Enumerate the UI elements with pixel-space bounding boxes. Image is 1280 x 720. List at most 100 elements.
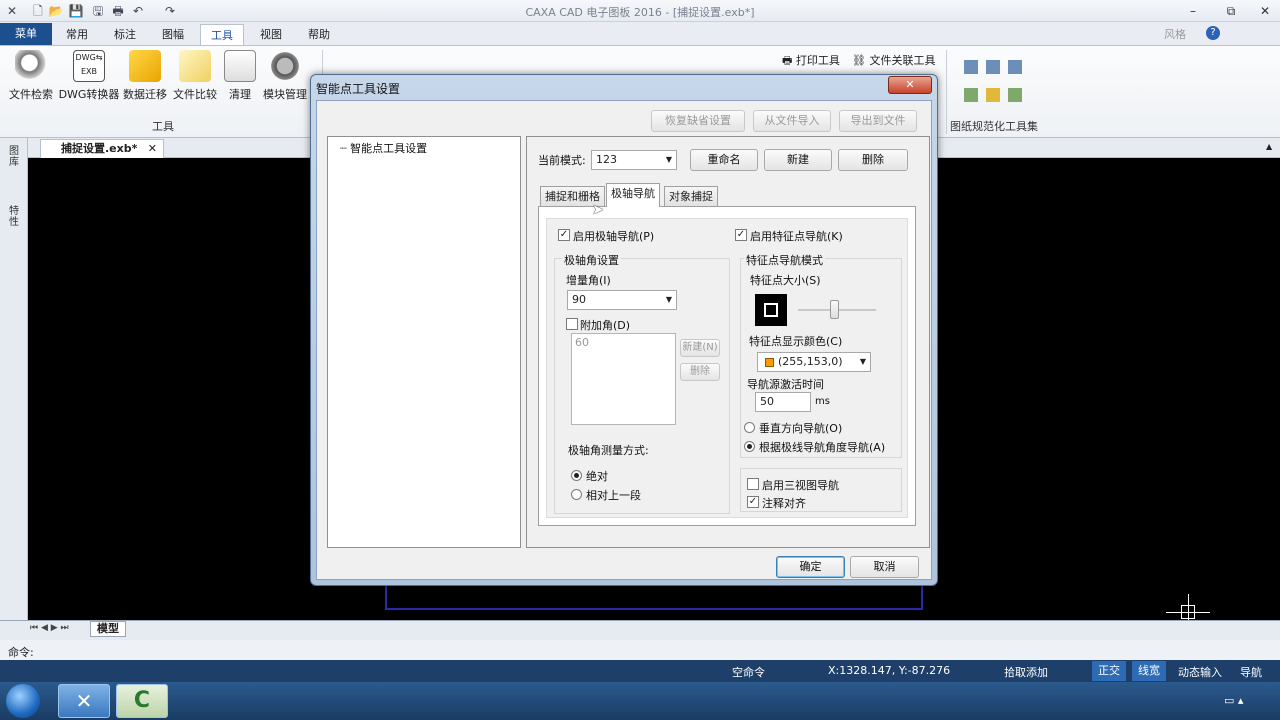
tab-view[interactable]: 视图 xyxy=(250,24,292,45)
polar-angle-group-title: 极轴角设置 xyxy=(562,252,621,268)
tab-polar-navigation[interactable]: 极轴导航 xyxy=(606,183,660,207)
tab-object-snap[interactable]: 对象捕捉 xyxy=(664,186,718,206)
color-swatch xyxy=(765,357,774,367)
print-tool-button[interactable]: 🖶 打印工具 xyxy=(782,52,840,71)
feature-size-label: 特征点大小(S) xyxy=(750,274,821,287)
chevron-down-icon: ▼ xyxy=(665,155,672,164)
tree-item[interactable]: ┈ 智能点工具设置 xyxy=(340,140,427,156)
delete-mode-button[interactable]: 删除 xyxy=(838,149,908,171)
module-manager-button[interactable]: 模块管理 xyxy=(258,50,312,102)
printer-icon: 🖶 xyxy=(782,54,793,67)
tool-icon[interactable] xyxy=(986,60,1000,74)
close-tab-icon[interactable]: ✕ xyxy=(148,140,157,158)
enable-feature-checkbox[interactable]: ✓ xyxy=(735,229,747,241)
activate-time-unit: ms xyxy=(815,396,830,407)
feature-color-label: 特征点显示颜色(C) xyxy=(749,335,843,348)
ortho-toggle[interactable]: 正交 xyxy=(1092,661,1126,681)
restore-button[interactable]: ⧉ xyxy=(1220,2,1242,20)
chevron-up-icon[interactable]: ▲ xyxy=(1266,142,1272,151)
import-file-button[interactable]: 从文件导入 xyxy=(753,110,831,132)
export-file-button[interactable]: 导出到文件 xyxy=(839,110,917,132)
absolute-radio[interactable] xyxy=(571,470,582,481)
linewidth-toggle[interactable]: 线宽 xyxy=(1132,661,1166,681)
file-link-tool-button[interactable]: ⛓ 文件关联工具 xyxy=(852,52,935,68)
tab-help[interactable]: 帮助 xyxy=(298,24,340,45)
broom-icon xyxy=(224,50,256,82)
window-title: CAXA CAD 电子图板 2016 - [捕捉设置.exb*] xyxy=(525,6,755,19)
close-window-button[interactable]: ✕ xyxy=(1254,2,1276,20)
cancel-button[interactable]: 取消 xyxy=(850,556,919,578)
rename-button[interactable]: 重命名 xyxy=(690,149,758,171)
tab-sheet[interactable]: 图幅 xyxy=(152,24,194,45)
remove-angle-button[interactable]: 删除 xyxy=(680,363,720,381)
mouse-cursor-icon: ➤ xyxy=(592,202,604,218)
os-taskbar xyxy=(0,682,1280,720)
layout-nav-arrows[interactable]: ⏮ ◀ ▶ ⏭ xyxy=(30,623,69,633)
chevron-down-icon: ▼ xyxy=(665,295,672,304)
document-tab[interactable]: 捕捉设置.exb* ✕ xyxy=(40,139,164,158)
tab-common[interactable]: 常用 xyxy=(56,24,98,45)
style-label[interactable]: 风格 xyxy=(1164,26,1186,42)
dialog-close-button[interactable]: ✕ xyxy=(888,76,932,94)
current-mode-label: 当前模式: xyxy=(538,154,586,167)
drawing-frame xyxy=(385,586,923,610)
help-icon[interactable]: ? xyxy=(1206,26,1220,40)
start-button[interactable] xyxy=(6,684,40,718)
dwg-icon: DWG⇆ EXB xyxy=(73,50,105,82)
polar-angle-nav-radio[interactable] xyxy=(744,441,755,452)
tools-group-label: 工具 xyxy=(152,120,174,133)
purge-button[interactable]: 清理 xyxy=(222,50,258,102)
navigation-toggle[interactable]: 导航 xyxy=(1240,664,1262,680)
tab-annotate[interactable]: 标注 xyxy=(104,24,146,45)
status-bar xyxy=(0,660,1280,682)
tab-tools[interactable]: 工具 xyxy=(200,24,244,45)
ok-button[interactable]: 确定 xyxy=(776,556,845,578)
file-search-button[interactable]: 文件检索 xyxy=(6,50,56,102)
enable-polar-label: 启用极轴导航(P) xyxy=(573,230,655,243)
tool-icon[interactable] xyxy=(964,60,978,74)
tool-icon[interactable] xyxy=(986,88,1000,102)
increment-angle-label: 增量角(I) xyxy=(566,274,611,287)
activate-time-input[interactable]: 50 xyxy=(755,392,811,412)
file-compare-button[interactable]: 文件比较 xyxy=(170,50,220,102)
taskbar-app-icon[interactable]: C xyxy=(116,684,168,718)
enable-feature-label: 启用特征点导航(K) xyxy=(750,230,843,243)
tool-icon[interactable] xyxy=(1008,88,1022,102)
feature-color-select[interactable]: (255,153,0) ▼ xyxy=(757,352,871,372)
model-tab[interactable]: 模型 xyxy=(90,621,126,637)
annotation-align-checkbox[interactable]: ✓ xyxy=(747,496,759,508)
data-migration-button[interactable]: 数据迁移 xyxy=(120,50,170,102)
restore-default-button[interactable]: 恢复缺省设置 xyxy=(651,110,745,132)
migration-icon xyxy=(129,50,161,82)
dwg-converter-button[interactable]: DWG⇆ EXB DWG转换器 xyxy=(58,50,120,102)
taskbar-caxa-icon[interactable]: ✕ xyxy=(58,684,110,718)
vertical-nav-radio[interactable] xyxy=(744,422,755,433)
properties-panel-tab[interactable]: 特性 xyxy=(6,206,22,228)
additional-angle-item[interactable]: 60 xyxy=(575,336,589,349)
layout-tab-bar xyxy=(0,620,1280,640)
feature-mode-title: 特征点导航模式 xyxy=(744,252,825,268)
group-divider xyxy=(946,50,947,134)
add-angle-button[interactable]: 新建(N) xyxy=(680,339,720,357)
measure-method-label: 极轴角测量方式: xyxy=(568,444,649,457)
enable-polar-checkbox[interactable]: ✓ xyxy=(558,229,570,241)
tool-icon[interactable] xyxy=(964,88,978,102)
current-mode-select[interactable]: 123 ▼ xyxy=(591,150,677,170)
status-pick-mode[interactable]: 拾取添加 xyxy=(1004,664,1048,680)
dynamic-input-toggle[interactable]: 动态输入 xyxy=(1178,664,1222,680)
tray-icons[interactable]: ▭ ▴ xyxy=(1224,694,1243,707)
increment-angle-select[interactable]: 90 ▼ xyxy=(567,290,677,310)
library-panel-tab[interactable]: 图库 xyxy=(6,146,22,168)
absolute-label: 绝对 xyxy=(586,470,608,483)
compare-icon xyxy=(179,50,211,82)
relative-radio[interactable] xyxy=(571,489,582,500)
additional-angle-checkbox[interactable] xyxy=(566,318,578,330)
standardization-tools[interactable] xyxy=(964,60,1030,110)
minimize-button[interactable]: – xyxy=(1182,2,1204,20)
feature-size-slider-thumb[interactable] xyxy=(830,300,839,319)
three-view-checkbox[interactable] xyxy=(747,478,759,490)
tab-menu[interactable]: 菜单 xyxy=(0,23,52,45)
new-mode-button[interactable]: 新建 xyxy=(764,149,832,171)
tool-icon[interactable] xyxy=(1008,60,1022,74)
command-line[interactable] xyxy=(0,640,1280,660)
